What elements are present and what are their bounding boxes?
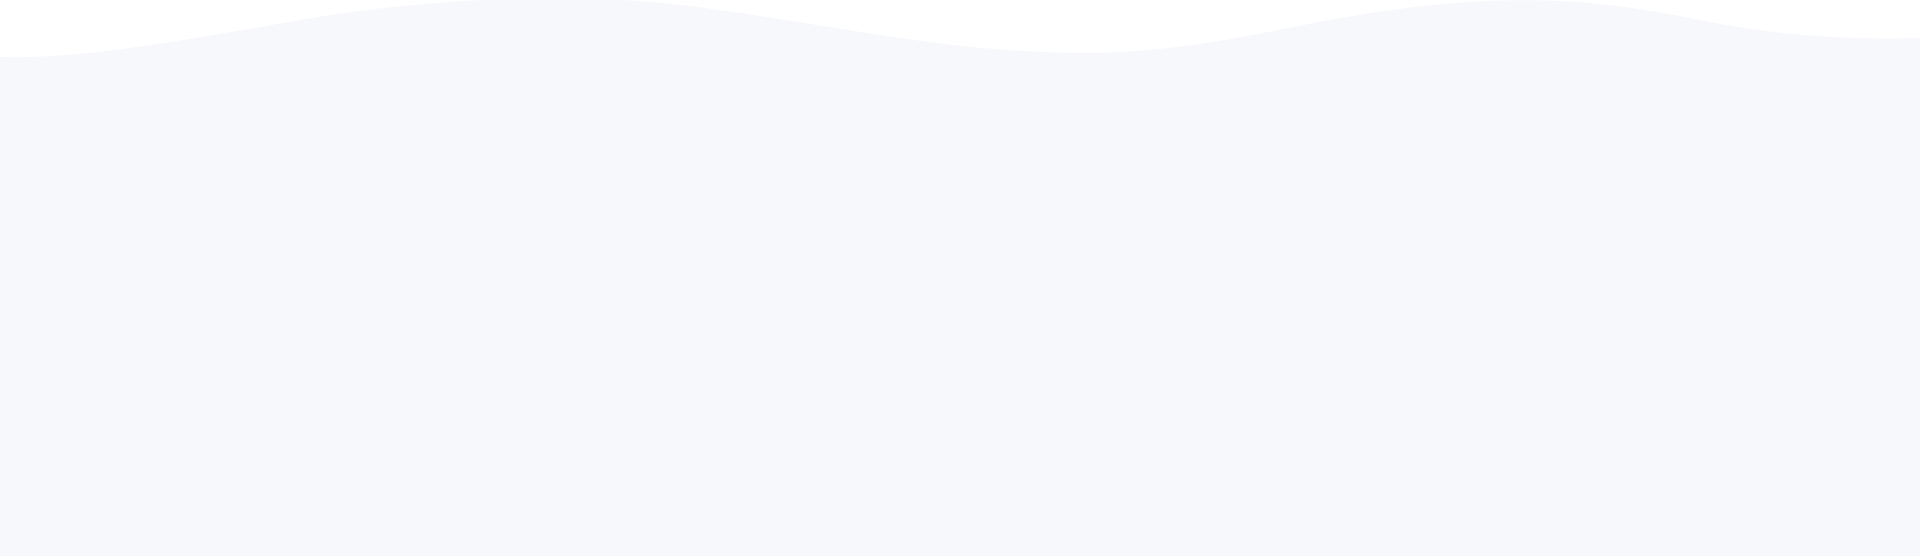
wave-shape	[0, 0, 1920, 556]
wave-background	[0, 0, 1920, 556]
page-canvas	[0, 0, 1920, 556]
